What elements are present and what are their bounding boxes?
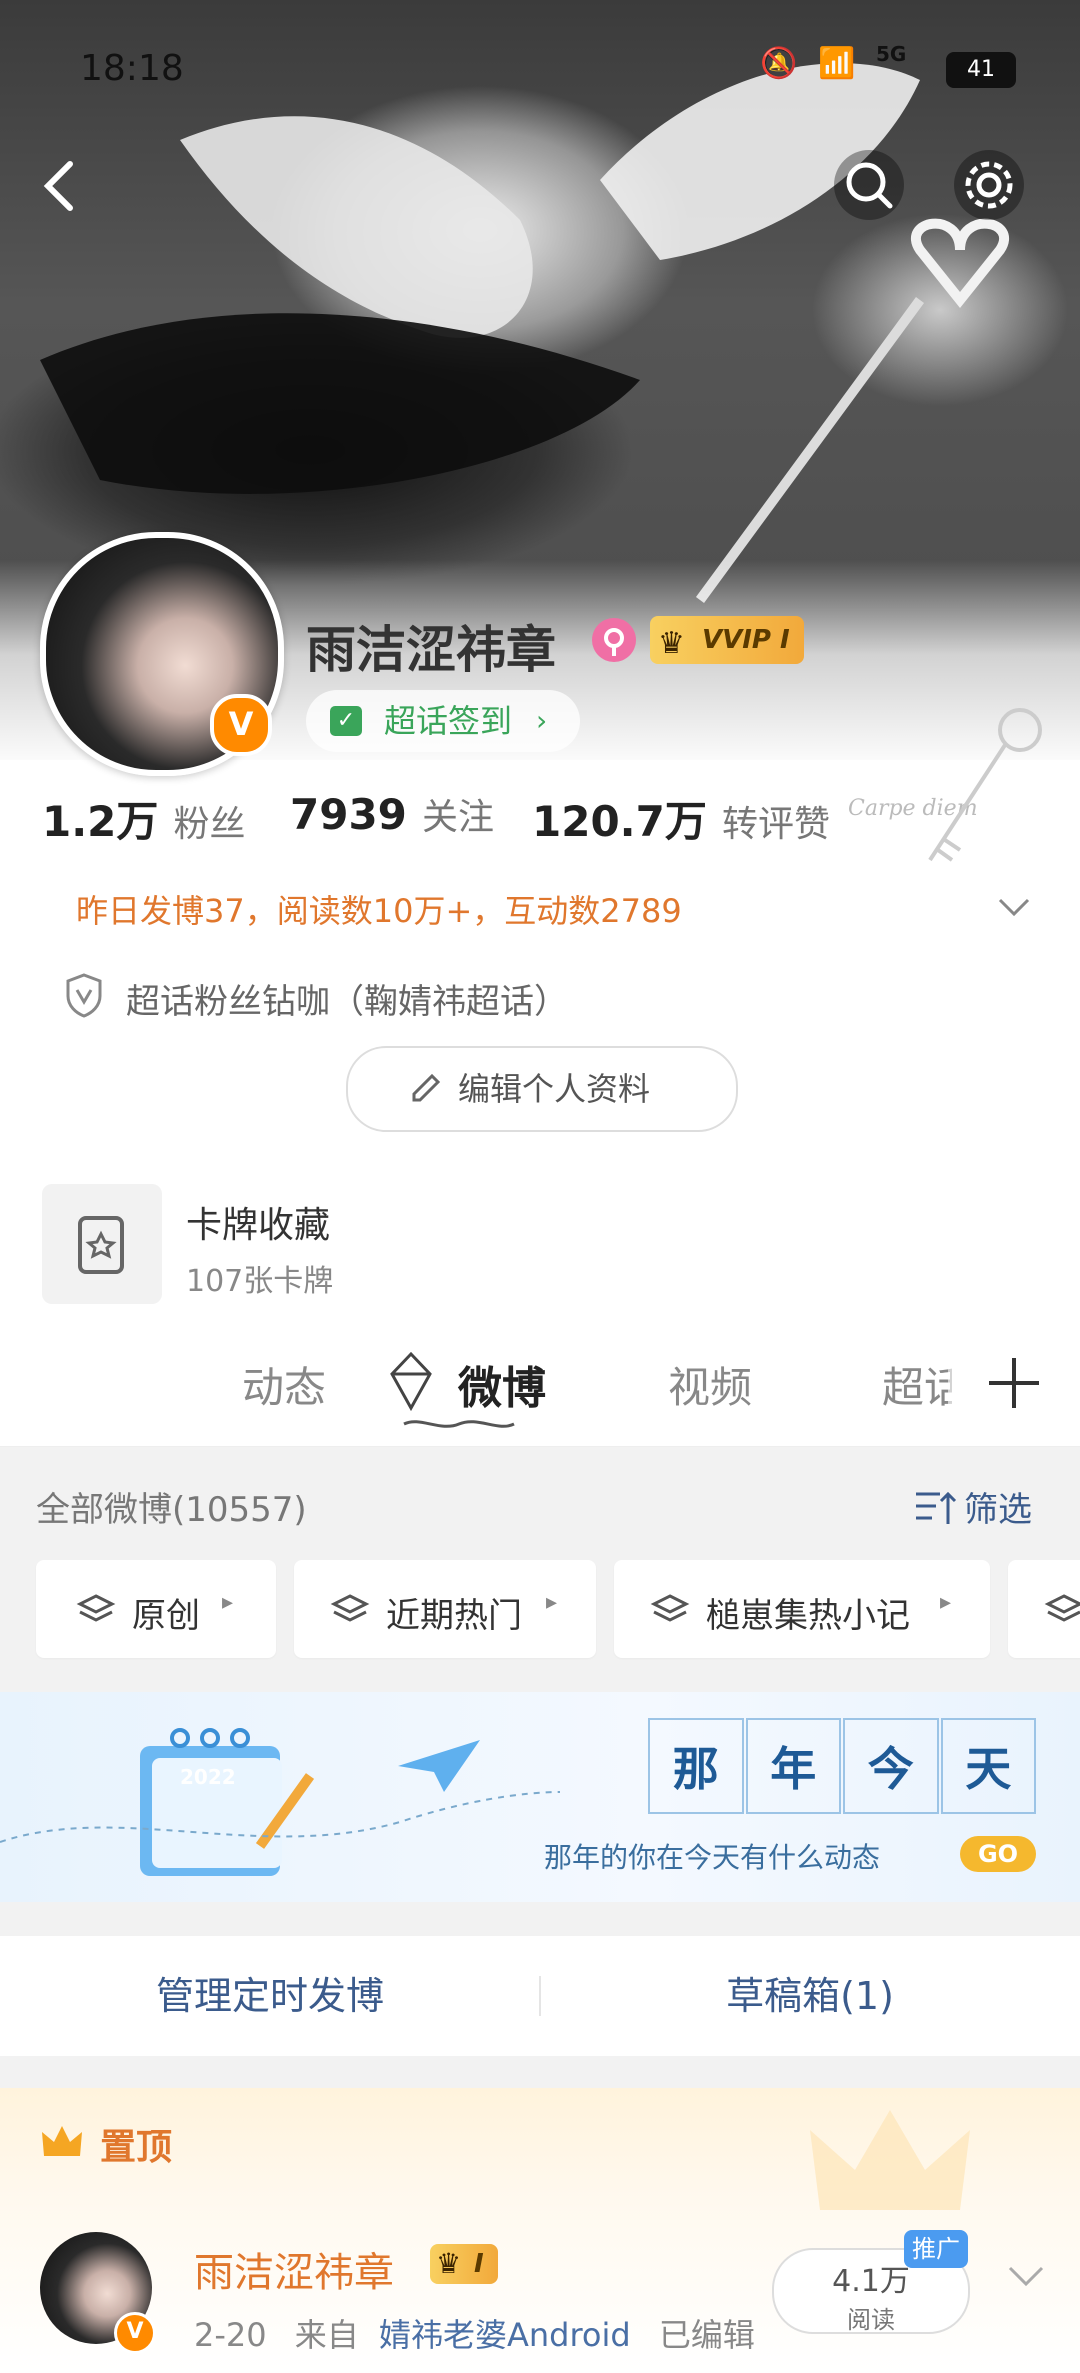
tab-super-topic[interactable]: 超话 [882,1354,952,1415]
card-collection-subtitle: 107张卡牌 [186,1264,334,1299]
crown-icon [42,2126,82,2156]
back-button[interactable] [26,150,96,220]
stat-following-label: 关注 [422,797,495,838]
profile-name: 雨洁涩祎章 [306,621,556,679]
chevron-left-icon [43,161,73,211]
card-collection-thumbnail[interactable] [42,1184,162,1304]
crown-icon: ♛ [436,2247,462,2280]
diamond-pendant-icon [390,1351,432,1412]
crown-watermark-icon [810,2110,970,2210]
layers-icon [650,1594,690,1622]
stat-interactions[interactable]: 120.7万 转评赞 [532,788,830,849]
title-char: 那 [648,1718,744,1814]
chip-recent-hot[interactable]: 近期热门 ▸ [294,1560,596,1658]
gender-female-icon [592,618,636,662]
stat-fans-value: 1.2万 [42,797,159,846]
drafts-button[interactable]: 草稿箱(1) [540,1936,1080,2056]
add-tab-button[interactable] [948,1320,1080,1446]
section-divider [0,2056,1080,2088]
crown-icon: ♛ [658,626,685,661]
layers-icon [1044,1594,1080,1622]
stat-interactions-value: 120.7万 [532,797,707,846]
vip-level: I [474,2249,484,2279]
banner-subtitle: 那年的你在今天有什么动态 [544,1841,881,1874]
title-char: 今 [843,1718,939,1814]
filter-button[interactable]: 筛选 [912,1482,1032,1531]
vip-label: VVIP I [702,625,790,655]
activity-summary: 昨日发博37，阅读数10万+，互动数2789 [76,892,682,930]
settings-button[interactable] [954,150,1024,220]
battery-level: 41 [967,57,995,82]
tab-active-chain-indicator [403,1420,515,1428]
pencil-icon [412,1073,441,1102]
vip-level-badge: ♛ I [430,2244,498,2284]
super-topic-checkin-button[interactable]: ✓ 超话签到 › [306,690,580,752]
source-prefix: 来自 [294,2316,359,2354]
stat-following[interactable]: 7939 关注 [290,788,494,840]
post-author-name[interactable]: 雨洁涩祎章 [194,2240,394,2298]
dashed-path-decoration [0,1791,560,1843]
that-year-today-title: 那 年 今 天 [648,1718,1036,1814]
mute-icon: 🔕 [760,46,798,81]
chip-more[interactable] [1008,1560,1080,1658]
card-collection-title[interactable]: 卡牌收藏 [186,1196,330,1248]
search-icon [846,162,893,209]
chip-label: 槌崽集热小记 [706,1596,910,1636]
post-date: 2-20 [194,2316,267,2354]
caret-right-icon: ▸ [940,1590,952,1615]
stat-fans-label: 粉丝 [173,804,246,845]
feed-count-title: 全部微博(10557) [36,1490,307,1530]
chip-original[interactable]: 原创 ▸ [36,1560,276,1658]
post-source-link[interactable]: 婧祎老婆Android [379,2316,631,2354]
status-time: 18:18 [80,48,184,89]
edit-profile-label: 编辑个人资料 [458,1070,651,1108]
fan-badge-text[interactable]: 超话粉丝钻咖（鞠婧祎超话） [126,974,568,1023]
layers-icon [76,1594,116,1622]
plus-icon [989,1358,1039,1408]
chip-label: 近期热门 [386,1596,522,1636]
verified-badge-icon: V [210,694,272,756]
search-button[interactable] [834,150,904,220]
gear-icon [965,161,1013,209]
calendar-check-icon: ✓ [330,706,362,736]
super-topic-checkin-label: 超话签到 [384,702,513,740]
verified-badge-icon: V [114,2312,156,2354]
tab-video[interactable]: 视频 [668,1354,752,1415]
network-type: 5G [876,42,907,66]
scheduled-posts-button[interactable]: 管理定时发博 [0,1936,540,2056]
stat-following-value: 7939 [290,790,407,839]
stat-fans[interactable]: 1.2万 粉丝 [42,788,246,849]
tab-dynamics[interactable]: 动态 [242,1354,326,1415]
card-star-icon [78,1216,124,1274]
wifi-icon: 📶 [818,46,856,81]
filter-icon [916,1491,957,1524]
layers-icon [330,1594,370,1622]
edit-profile-button[interactable]: 编辑个人资料 [346,1046,738,1132]
promote-tag[interactable]: 推广 [904,2230,968,2268]
section-divider [0,1902,1080,1936]
post-meta: 2-20 来自 婧祎老婆Android 已编辑 [194,2310,755,2356]
vip-badge[interactable]: ♛ VVIP I [650,616,804,664]
chip-collection[interactable]: 槌崽集热小记 ▸ [614,1560,990,1658]
memory-banner[interactable]: 2022 那 年 今 天 那年的你在今天有什么动态 GO [0,1692,1080,1902]
chip-label: 原创 [132,1596,200,1636]
go-button[interactable]: GO [960,1836,1036,1872]
tab-weibo[interactable]: 微博 [458,1352,546,1416]
key-decoration-icon [928,708,1042,862]
caret-right-icon: ▸ [222,1590,234,1615]
caret-right-icon: ▸ [546,1590,558,1615]
chevron-down-icon[interactable] [996,892,1032,922]
title-char: 天 [940,1718,1036,1814]
chevron-down-icon[interactable] [1006,2262,1046,2292]
battery-icon: 41 [946,52,1016,88]
shield-icon [66,973,102,1018]
filter-label: 筛选 [964,1490,1032,1530]
read-count-label: 阅读 [847,2306,895,2334]
edited-label: 已编辑 [658,2316,755,2354]
pinned-label: 置顶 [100,2127,173,2168]
chevron-right-icon: › [536,704,548,737]
title-char: 年 [745,1718,841,1814]
stat-interactions-label: 转评赞 [721,804,830,845]
